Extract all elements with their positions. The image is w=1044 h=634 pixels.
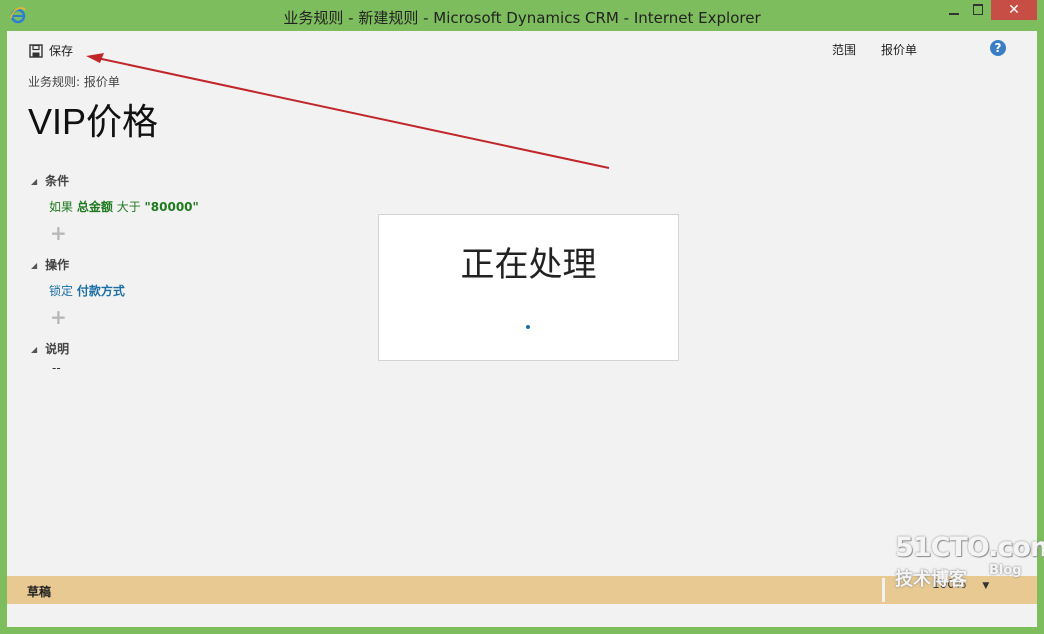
action-verb: 锁定 — [49, 284, 74, 298]
section-actions[interactable]: ◢ 操作 — [31, 256, 69, 273]
section-title: 说明 — [45, 342, 70, 356]
condition-field: 总金额 — [76, 200, 113, 214]
window-title: 业务规则 - 新建规则 - Microsoft Dynamics CRM - I… — [283, 9, 761, 27]
page-content: 保存 范围 报价单 ? 业务规则: 报价单 VIP价格 ◢ 条件 如果 总金额 大… — [7, 31, 1037, 627]
watermark-tagline: 技术博客 — [895, 569, 967, 590]
save-label: 保存 — [49, 44, 74, 58]
condition-operator: 大于 — [116, 200, 141, 214]
condition-row[interactable]: 如果 总金额 大于 "80000" — [49, 198, 199, 215]
floppy-disk-icon — [29, 43, 43, 58]
status-bar: 草稿 — [7, 576, 1037, 604]
processing-dialog: 正在处理 — [378, 214, 679, 361]
status-label: 草稿 — [27, 585, 52, 599]
watermark-site: 51CTO.com — [895, 532, 1044, 563]
condition-value: "80000" — [144, 200, 199, 214]
action-row[interactable]: 锁定 付款方式 — [49, 282, 125, 299]
description-value[interactable]: -- — [52, 361, 61, 375]
watermark: 51CTO.com 技术博客 Blog — [895, 532, 1044, 592]
entity-link[interactable]: 报价单 — [881, 41, 917, 58]
maximize-button[interactable] — [966, 0, 990, 20]
triangle-down-icon: ◢ — [31, 345, 38, 354]
browser-window: 业务规则 - 新建规则 - Microsoft Dynamics CRM - I… — [0, 0, 1044, 634]
close-button[interactable]: ✕ — [991, 0, 1037, 20]
entity-label: 业务规则: 报价单 — [28, 75, 120, 89]
section-conditions[interactable]: ◢ 条件 — [31, 172, 69, 189]
section-title: 条件 — [45, 174, 70, 188]
save-button[interactable]: 保存 — [29, 42, 73, 59]
section-description[interactable]: ◢ 说明 — [31, 340, 69, 357]
title-bar: 业务规则 - 新建规则 - Microsoft Dynamics CRM - I… — [0, 0, 1044, 31]
add-action-button[interactable]: + — [50, 305, 67, 329]
loading-indicator — [526, 325, 530, 329]
processing-message: 正在处理 — [460, 245, 597, 285]
triangle-down-icon: ◢ — [31, 261, 38, 270]
triangle-down-icon: ◢ — [31, 177, 38, 186]
minimize-button[interactable] — [942, 0, 966, 20]
condition-if: 如果 — [49, 200, 74, 214]
section-title: 操作 — [45, 258, 70, 272]
help-icon[interactable]: ? — [990, 40, 1006, 56]
action-field: 付款方式 — [76, 284, 125, 298]
watermark-blog: Blog — [989, 563, 1022, 578]
status-divider — [882, 578, 885, 602]
scope-link[interactable]: 范围 — [832, 41, 856, 58]
rule-name[interactable]: VIP价格 — [28, 93, 158, 145]
add-condition-button[interactable]: + — [50, 221, 67, 245]
